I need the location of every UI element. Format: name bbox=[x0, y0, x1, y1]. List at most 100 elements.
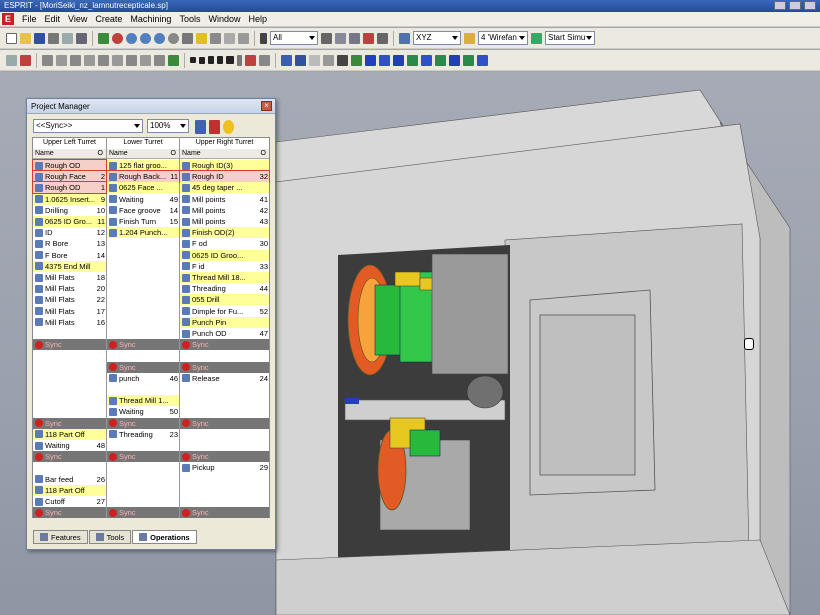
operation-row[interactable]: Rough OD bbox=[32, 159, 107, 172]
operation-row[interactable] bbox=[33, 350, 106, 361]
operation-row[interactable] bbox=[33, 373, 106, 384]
zoom-box-icon[interactable] bbox=[126, 32, 137, 44]
operation-row[interactable] bbox=[33, 395, 106, 406]
sync-row[interactable]: Sync bbox=[107, 361, 179, 373]
sync-row[interactable]: Sync bbox=[107, 417, 179, 429]
operation-row[interactable]: Bar feed 26 bbox=[33, 474, 106, 485]
pause-icon[interactable] bbox=[199, 56, 205, 64]
operation-row[interactable] bbox=[180, 395, 269, 406]
menu-create[interactable]: Create bbox=[91, 14, 126, 24]
operation-row[interactable] bbox=[33, 406, 106, 417]
print-icon[interactable] bbox=[48, 32, 59, 44]
project-manager-titlebar[interactable]: Project Manager × bbox=[27, 99, 275, 114]
open-folder-icon[interactable] bbox=[20, 32, 31, 44]
coordinate-icon[interactable] bbox=[399, 32, 410, 44]
operation-row[interactable]: Drilling 10 bbox=[33, 205, 106, 216]
face-icon[interactable] bbox=[154, 54, 165, 66]
operation-row[interactable]: Waiting 49 bbox=[107, 194, 179, 205]
layer-icon[interactable] bbox=[464, 32, 475, 44]
operation-row[interactable]: ID 12 bbox=[33, 227, 106, 238]
operation-row[interactable] bbox=[33, 362, 106, 373]
menu-machining[interactable]: Machining bbox=[126, 14, 175, 24]
operation-row[interactable]: Rough Face 2 bbox=[32, 170, 107, 184]
operation-row[interactable]: 118 Part Off bbox=[33, 484, 106, 496]
simulation-combo[interactable]: Start Simu bbox=[545, 31, 595, 45]
zoom-fit-icon[interactable] bbox=[154, 32, 165, 44]
stock-icon[interactable] bbox=[323, 54, 334, 66]
pencil-icon[interactable] bbox=[98, 32, 109, 44]
green-cube-icon[interactable] bbox=[463, 54, 474, 66]
filter-combo[interactable]: All bbox=[270, 31, 318, 45]
minimize-icon[interactable] bbox=[774, 1, 786, 10]
ghost-icon[interactable] bbox=[309, 54, 320, 66]
operation-row[interactable] bbox=[107, 384, 179, 395]
menu-help[interactable]: Help bbox=[244, 14, 271, 24]
menu-edit[interactable]: Edit bbox=[41, 14, 65, 24]
operation-row[interactable] bbox=[107, 261, 179, 272]
drill-icon[interactable] bbox=[98, 54, 109, 66]
operation-row[interactable]: Release 24 bbox=[180, 373, 269, 384]
tab-tools[interactable]: Tools bbox=[88, 530, 132, 544]
contour-icon[interactable] bbox=[56, 54, 67, 66]
grid-icon[interactable] bbox=[335, 32, 346, 44]
operation-row[interactable]: Finish OD(2) bbox=[180, 227, 269, 239]
operation-row[interactable]: Thread Mill 18... bbox=[180, 272, 269, 283]
operation-row[interactable] bbox=[107, 283, 179, 294]
operation-row[interactable]: Mill points 41 bbox=[180, 194, 269, 205]
sync-row[interactable]: Sync bbox=[107, 507, 179, 519]
sync-row[interactable]: Sync bbox=[180, 507, 269, 519]
tab-operations[interactable]: Operations bbox=[132, 530, 197, 544]
shade-icon[interactable] bbox=[196, 32, 207, 44]
operation-row[interactable]: Rough Back... 11 bbox=[106, 170, 180, 184]
sync-combo[interactable]: <<Sync>> bbox=[33, 119, 143, 133]
rotate-icon[interactable] bbox=[168, 32, 179, 44]
menu-tools[interactable]: Tools bbox=[175, 14, 204, 24]
operation-row[interactable]: Mill Flats 17 bbox=[33, 306, 106, 317]
close-icon[interactable]: × bbox=[261, 101, 272, 111]
hidden-cube-icon[interactable] bbox=[238, 32, 249, 44]
arrange-icon[interactable] bbox=[209, 120, 220, 134]
simulate-icon[interactable] bbox=[259, 54, 270, 66]
operation-row[interactable]: Waiting 48 bbox=[33, 440, 106, 451]
zoom-out-icon[interactable] bbox=[140, 32, 151, 44]
groove-icon[interactable] bbox=[70, 54, 81, 66]
turning-icon[interactable] bbox=[20, 54, 31, 66]
pan-icon[interactable] bbox=[182, 32, 193, 44]
operation-row[interactable] bbox=[107, 485, 179, 496]
turret-icon[interactable] bbox=[351, 54, 362, 66]
operation-row[interactable]: Thread Mill 1... bbox=[107, 395, 179, 407]
operation-row[interactable]: Threading 44 bbox=[180, 283, 269, 294]
operation-row[interactable] bbox=[107, 272, 179, 283]
slider-icon[interactable] bbox=[237, 54, 242, 66]
green-cube-icon[interactable] bbox=[435, 54, 446, 66]
save-icon[interactable] bbox=[34, 32, 45, 44]
play-icon[interactable] bbox=[208, 56, 214, 64]
plane-combo[interactable]: XYZ bbox=[413, 31, 461, 45]
operation-row[interactable] bbox=[180, 474, 269, 485]
blue-cube-icon[interactable] bbox=[421, 54, 432, 66]
operation-row[interactable]: 125 flat groo... bbox=[107, 160, 179, 171]
operation-row[interactable]: Waiting 50 bbox=[107, 406, 179, 417]
zoom-combo[interactable]: 100% bbox=[147, 119, 189, 133]
operation-row[interactable]: Cutoff 27 bbox=[33, 496, 106, 507]
blue-cube-icon[interactable] bbox=[365, 54, 376, 66]
operation-row[interactable]: Dimple for Fu... 52 bbox=[180, 306, 269, 317]
fast-forward-icon[interactable] bbox=[226, 56, 234, 64]
operation-row[interactable] bbox=[180, 496, 269, 507]
operation-row[interactable]: 055 Drill bbox=[180, 294, 269, 306]
sync-row[interactable]: Sync bbox=[33, 451, 106, 463]
operation-row[interactable] bbox=[180, 429, 269, 440]
operation-row[interactable] bbox=[180, 440, 269, 451]
step-icon[interactable] bbox=[217, 56, 223, 64]
move-icon[interactable] bbox=[377, 32, 388, 44]
operation-row[interactable]: Mill Flats 16 bbox=[33, 317, 106, 328]
save-sim-icon[interactable] bbox=[295, 54, 306, 66]
operation-row[interactable]: F Bore 14 bbox=[33, 250, 106, 261]
operation-row[interactable]: 1.0625 Insert... 9 bbox=[33, 193, 106, 205]
app-logo-icon[interactable]: E bbox=[2, 13, 14, 25]
clock-icon[interactable] bbox=[223, 120, 234, 134]
menu-window[interactable]: Window bbox=[204, 14, 244, 24]
operation-row[interactable]: F id 33 bbox=[180, 261, 269, 272]
sync-row[interactable]: Sync bbox=[33, 417, 106, 429]
operation-row[interactable]: Threading 23 bbox=[107, 429, 179, 440]
